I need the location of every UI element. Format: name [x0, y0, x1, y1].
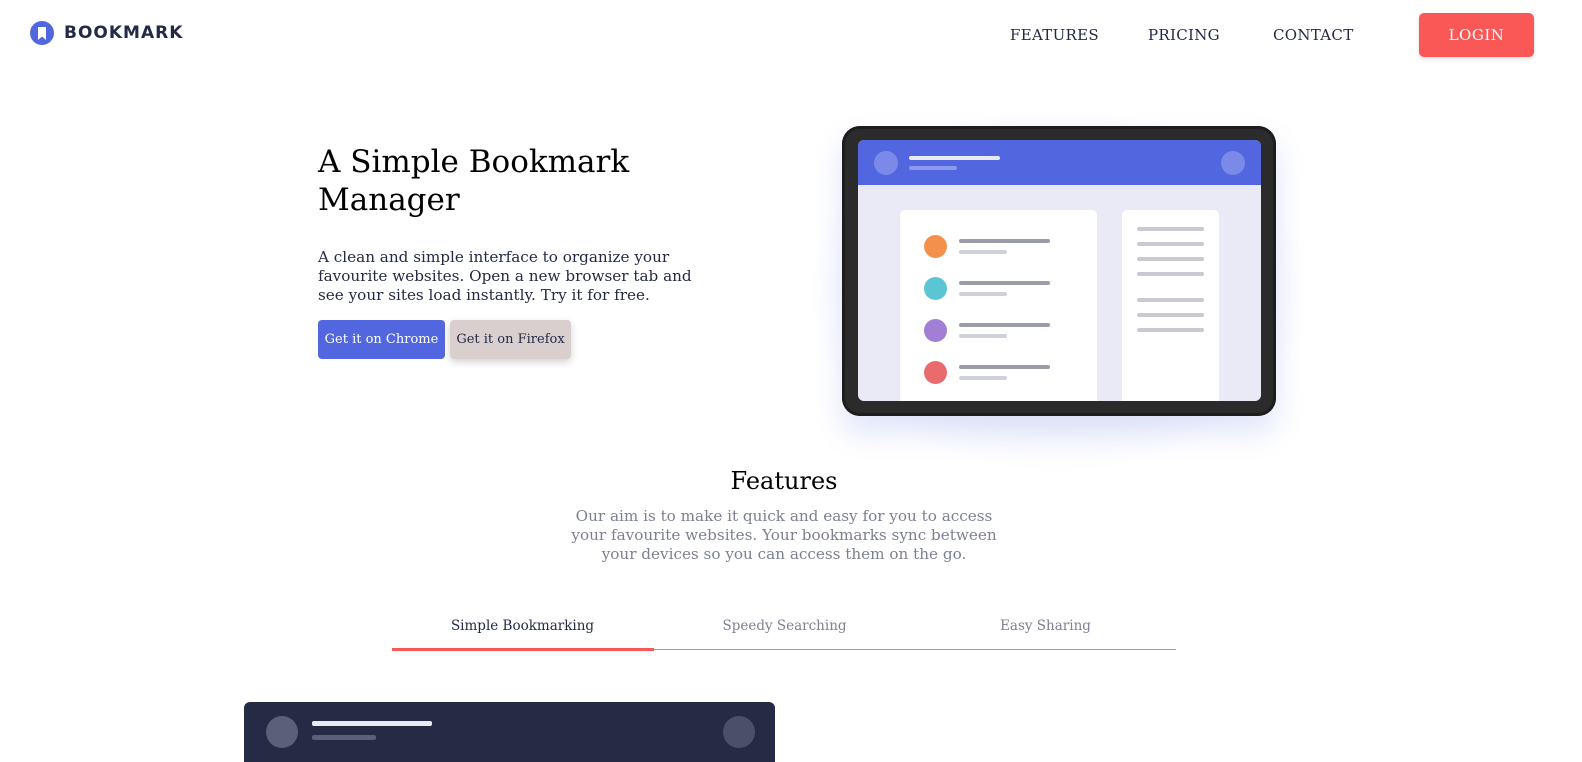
hero-title: A Simple Bookmark Manager	[318, 144, 630, 218]
placeholder-line	[1137, 227, 1204, 231]
logo[interactable]: BOOKMARK	[30, 21, 183, 45]
sidebar-card	[1122, 210, 1219, 401]
list-item-dot	[924, 235, 947, 258]
nav-contact[interactable]: CONTACT	[1273, 26, 1354, 44]
placeholder-line	[1137, 272, 1204, 276]
list-item-dot	[924, 361, 947, 384]
placeholder-line	[909, 166, 957, 170]
nav-features[interactable]: FEATURES	[1010, 26, 1099, 44]
placeholder-line	[959, 281, 1050, 285]
avatar	[723, 716, 755, 748]
tab-simple-bookmarking[interactable]: Simple Bookmarking	[392, 618, 653, 634]
avatar	[874, 151, 898, 175]
avatar	[266, 716, 298, 748]
bookmark-icon	[30, 21, 54, 45]
placeholder-line	[959, 239, 1050, 243]
placeholder-line	[1137, 257, 1204, 261]
get-chrome-button[interactable]: Get it on Chrome	[318, 320, 445, 359]
active-tab-indicator	[392, 648, 654, 651]
avatar	[1221, 151, 1245, 175]
list-item-dot	[924, 277, 947, 300]
screen-header-bar	[858, 140, 1261, 185]
placeholder-line	[1137, 328, 1204, 332]
nav-pricing[interactable]: PRICING	[1148, 26, 1220, 44]
placeholder-line	[959, 376, 1007, 380]
placeholder-line	[909, 156, 1000, 160]
placeholder-line	[1137, 313, 1204, 317]
placeholder-line	[312, 721, 432, 726]
login-button[interactable]: LOGIN	[1419, 13, 1534, 57]
features-title: Features	[730, 467, 838, 495]
logo-text: BOOKMARK	[64, 23, 184, 43]
get-firefox-button[interactable]: Get it on Firefox	[450, 320, 571, 359]
feature-illustration	[244, 702, 775, 762]
features-description: Our aim is to make it quick and easy for…	[571, 507, 997, 563]
hero-description: A clean and simple interface to organize…	[318, 248, 692, 304]
placeholder-line	[959, 334, 1007, 338]
bookmark-card	[900, 210, 1097, 401]
tab-speedy-searching[interactable]: Speedy Searching	[654, 618, 915, 634]
tab-easy-sharing[interactable]: Easy Sharing	[915, 618, 1176, 634]
placeholder-line	[959, 323, 1050, 327]
list-item-dot	[924, 319, 947, 342]
placeholder-line	[959, 365, 1050, 369]
placeholder-line	[1137, 242, 1204, 246]
placeholder-line	[312, 735, 376, 740]
tablet-screen	[858, 140, 1261, 401]
placeholder-line	[959, 250, 1007, 254]
placeholder-line	[959, 292, 1007, 296]
placeholder-line	[1137, 298, 1204, 302]
